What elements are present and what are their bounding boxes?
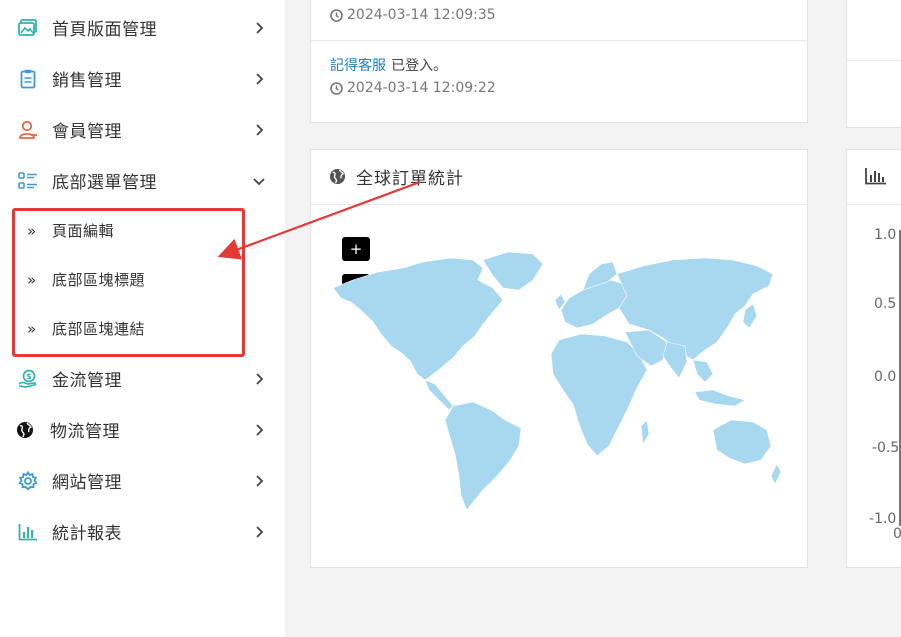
annotation-arrow: [217, 180, 421, 260]
